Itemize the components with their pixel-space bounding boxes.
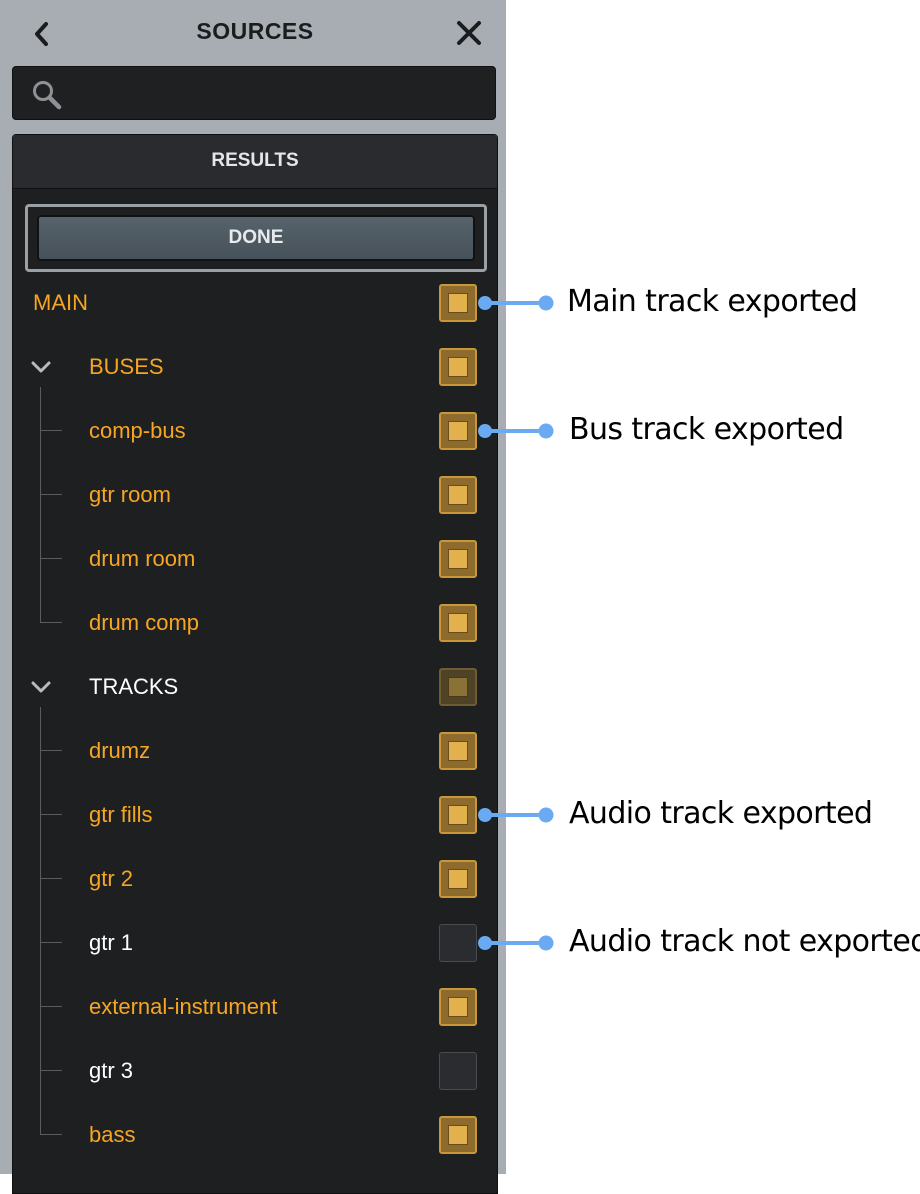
annotation-dot — [538, 807, 554, 823]
annotation-dot — [478, 808, 492, 822]
annotation-label: Bus track exported — [569, 412, 844, 447]
annotation-label: Audio track exported — [569, 796, 873, 831]
annotation-label: Audio track not exported — [569, 924, 920, 959]
annotation-dot — [478, 936, 492, 950]
annotation-label: Main track exported — [567, 284, 858, 319]
annotation-connectors — [478, 295, 554, 951]
annotation-dot — [478, 424, 492, 438]
annotation-dot — [538, 423, 554, 439]
annotation-dot — [478, 296, 492, 310]
annotation-dot — [538, 935, 554, 951]
annotation-dot — [538, 295, 554, 311]
